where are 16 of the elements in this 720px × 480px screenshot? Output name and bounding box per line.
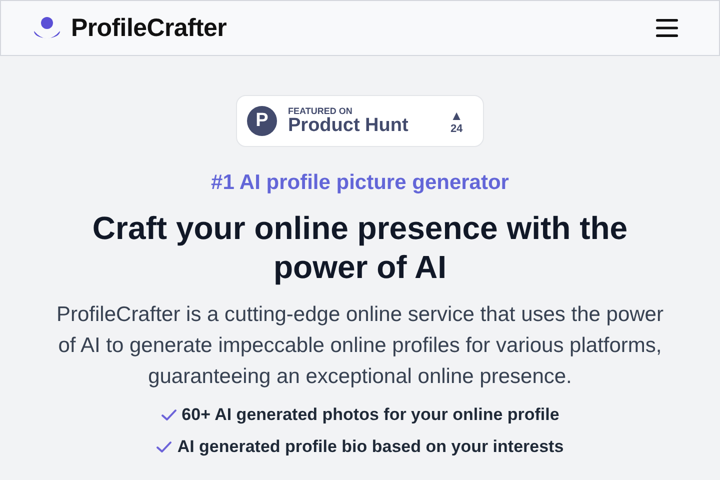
tagline: #1 AI profile picture generator	[211, 171, 509, 195]
menu-icon[interactable]	[656, 18, 678, 38]
logo-icon	[33, 16, 61, 40]
feature-text: AI generated profile bio based on your interests	[177, 437, 564, 457]
badge-title: Product Hunt	[288, 116, 410, 136]
upvote-icon: ▲	[450, 108, 463, 122]
brand-name[interactable]: ProfileCrafter	[71, 14, 227, 42]
product-hunt-badge[interactable]: P FEATURED ON Product Hunt ▲ 24	[236, 95, 484, 147]
check-icon	[160, 409, 177, 421]
check-icon	[156, 441, 172, 453]
badge-caption: FEATURED ON	[288, 106, 354, 116]
feature-text: 60+ AI generated photos for your online profile	[182, 405, 560, 425]
vote-count: 24	[450, 122, 463, 134]
headline: Craft your online presence with the power of AI	[91, 209, 629, 287]
description: ProfileCrafter is a cutting-edge online service that uses the power of AI to generate impeccable online profiles for various platforms, guaranteeing an exceptional online presence.	[56, 302, 664, 390]
product-hunt-logo: P	[247, 106, 277, 136]
